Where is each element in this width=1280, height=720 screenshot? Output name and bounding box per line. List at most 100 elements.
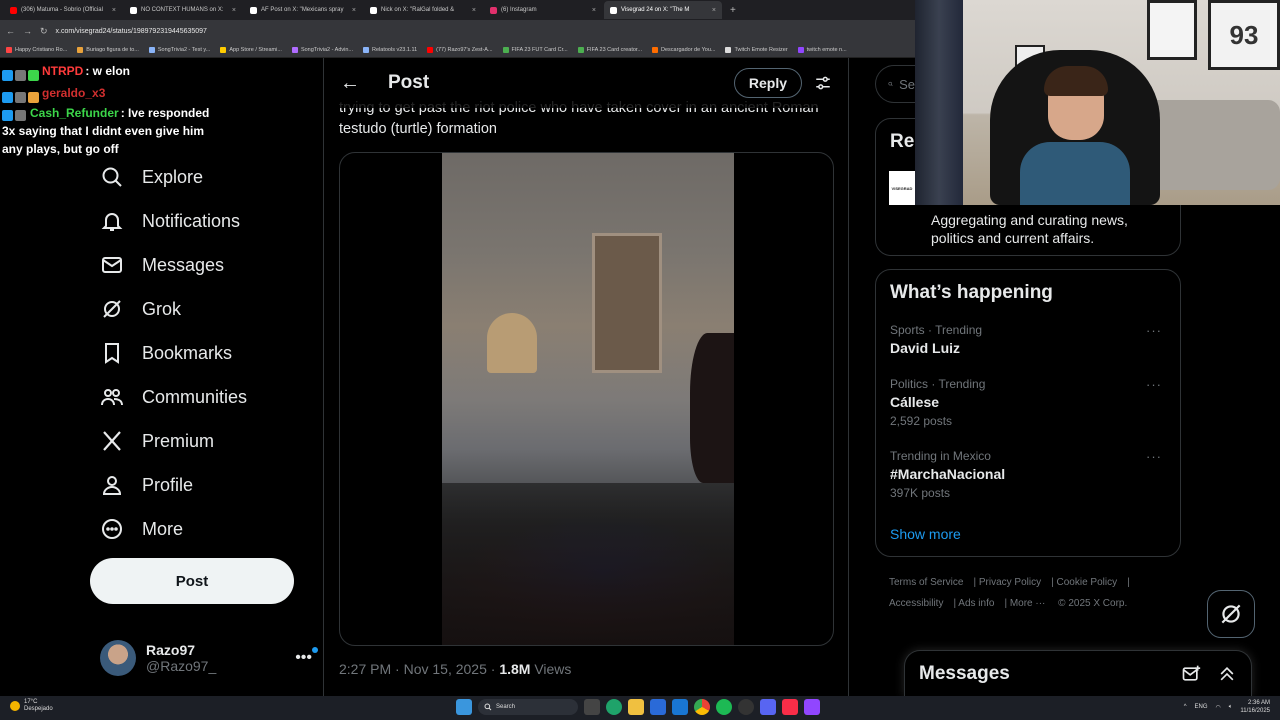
more-dots-icon[interactable]: ··· (1146, 449, 1162, 464)
nav-more[interactable]: More (100, 514, 183, 544)
bookmark-label: FIFA 23 Card creator... (586, 46, 643, 53)
sun-icon (10, 701, 20, 711)
footer-link[interactable]: Ads info (958, 598, 994, 609)
nav-communities[interactable]: Communities (100, 382, 247, 412)
wifi-icon[interactable]: ◠ (1216, 704, 1221, 711)
mail-icon (102, 257, 122, 273)
more-dots-icon[interactable]: ••• (295, 647, 318, 667)
more-dots-icon[interactable]: ··· (1146, 323, 1162, 338)
mail-app-icon[interactable] (672, 699, 688, 715)
browser-tab[interactable]: (306) Matuma - Sobrio (Official × (4, 1, 122, 19)
back-icon[interactable]: ← (6, 26, 15, 36)
back-arrow-icon[interactable]: ← (340, 72, 388, 95)
bookmark-item[interactable]: Twitch Emote Resizer (725, 46, 788, 53)
trend-item[interactable]: Politics · Trending Cállese 2,592 posts … (890, 377, 1170, 428)
spotify-icon[interactable] (716, 699, 732, 715)
twitch-app-icon[interactable] (804, 699, 820, 715)
footer-link[interactable]: Accessibility (889, 598, 943, 609)
bookmark-item[interactable]: SongTrivia2 - Advin... (291, 46, 353, 53)
music-app-icon[interactable] (782, 699, 798, 715)
lang-indicator[interactable]: ENG (1195, 704, 1208, 710)
show-more-link[interactable]: Show more (890, 526, 961, 542)
chat-username: Cash_Refunder (30, 106, 119, 120)
trend-item[interactable]: Sports · Trending David Luiz ··· (890, 323, 1170, 356)
browser-tab[interactable]: (6) Instagram × (484, 1, 602, 19)
nav-notifications[interactable]: Notifications (100, 206, 240, 236)
nav-label: Explore (142, 166, 204, 187)
bookmark-favicon-icon (652, 46, 659, 53)
more-dots-icon[interactable]: ··· (1146, 377, 1162, 392)
video-scene-crowd (442, 483, 734, 645)
close-tab-icon[interactable]: × (112, 7, 116, 14)
browser-tab[interactable]: Visegrad 24 on X: "The M × (604, 1, 722, 19)
bookmark-item[interactable]: Buriago figura de to... (77, 46, 139, 53)
expand-up-icon[interactable] (1217, 664, 1237, 684)
bookmark-item[interactable]: Descargador de You... (652, 46, 715, 53)
grok-fab-button[interactable] (1207, 590, 1255, 638)
page-title: Post (388, 72, 430, 93)
trend-item[interactable]: Trending in Mexico #MarchaNacional 397K … (890, 449, 1170, 500)
nav-label: Profile (142, 474, 194, 495)
volume-icon[interactable]: 🔈︎ (1229, 704, 1233, 711)
account-switcher[interactable]: Razo97 @Razo97_ ••• (100, 638, 318, 678)
nav-explore[interactable]: Explore (100, 162, 203, 192)
close-tab-icon[interactable]: × (592, 7, 596, 14)
system-tray: ^ ENG ◠ 🔈︎ 2:36 AM 11/16/2025 (1184, 699, 1270, 715)
footer-link[interactable]: Cookie Policy (1057, 577, 1118, 588)
taskbar-search[interactable]: Search (478, 699, 578, 715)
footer-link[interactable]: Privacy Policy (979, 577, 1041, 588)
bookmark-item[interactable]: FIFA 23 FUT Card Cr... (502, 46, 568, 53)
sliders-icon[interactable] (814, 74, 832, 92)
bookmark-item[interactable]: (77) Razo97's Zest-A... (427, 46, 493, 53)
post-button[interactable]: Post (90, 558, 294, 604)
visegrad-logo[interactable]: VISEGRAD (889, 171, 915, 205)
close-tab-icon[interactable]: × (712, 7, 716, 14)
chat-badges-icon (2, 108, 30, 122)
reload-icon[interactable]: ↻ (40, 26, 48, 37)
windows-start-icon[interactable] (456, 699, 472, 715)
close-tab-icon[interactable]: × (472, 7, 476, 14)
nav-profile[interactable]: Profile (100, 470, 193, 500)
clock[interactable]: 2:36 AM 11/16/2025 (1240, 699, 1270, 715)
close-tab-icon[interactable]: × (232, 7, 236, 14)
chevron-up-icon[interactable]: ^ (1184, 704, 1187, 710)
bookmark-favicon-icon (291, 46, 298, 53)
nav-grok[interactable]: Grok (100, 294, 181, 324)
bookmark-item[interactable]: FIFA 23 Card creator... (577, 46, 643, 53)
tweet-media[interactable] (339, 152, 834, 646)
close-tab-icon[interactable]: × (352, 7, 356, 14)
new-message-icon[interactable] (1181, 664, 1201, 684)
chat-badges-icon (2, 66, 42, 82)
store-icon[interactable] (650, 699, 666, 715)
new-tab-icon[interactable]: + (724, 5, 742, 16)
footer-link[interactable]: More ··· (1010, 598, 1046, 609)
browser-tab[interactable]: AF Post on X: "Mexicans spray × (244, 1, 362, 19)
explorer-icon[interactable] (628, 699, 644, 715)
messages-drawer[interactable]: Messages (904, 650, 1252, 696)
search-icon (102, 167, 122, 187)
discord-icon[interactable] (760, 699, 776, 715)
nav-premium[interactable]: Premium (100, 426, 214, 456)
bookmark-item[interactable]: Relatools v23.1.11 (363, 46, 417, 53)
search-input[interactable]: Se (875, 65, 915, 103)
video-player[interactable] (442, 153, 734, 645)
whats-happening-card: What’s happening Sports · Trending David… (875, 269, 1181, 557)
nav-messages[interactable]: Messages (100, 250, 224, 280)
footer-link[interactable]: Terms of Service (889, 577, 963, 588)
url-field[interactable]: x.com/visegrad24/status/1989792319445635… (56, 28, 915, 35)
obs-icon[interactable] (738, 699, 754, 715)
browser-tab[interactable]: NO CONTEXT HUMANS on X: × (124, 1, 242, 19)
bookmark-item[interactable]: App Store / Streami... (220, 46, 282, 53)
chrome-icon[interactable] (694, 699, 710, 715)
reply-button[interactable]: Reply (733, 68, 802, 98)
bookmark-item[interactable]: SongTrivia2 - Test y... (148, 46, 210, 53)
weather-widget[interactable]: 17°C Despejado (10, 699, 53, 713)
bookmark-item[interactable]: twitch emote n... (797, 46, 847, 53)
bookmark-label: Buriago figura de to... (86, 46, 139, 53)
browser-tab[interactable]: Nick on X: "RalGal folded & × (364, 1, 482, 19)
edge-icon[interactable] (606, 699, 622, 715)
bookmark-item[interactable]: Happy Cristiano Ro... (6, 46, 67, 53)
nav-bookmarks[interactable]: Bookmarks (100, 338, 232, 368)
task-view-icon[interactable] (584, 699, 600, 715)
forward-icon[interactable]: → (23, 26, 32, 36)
